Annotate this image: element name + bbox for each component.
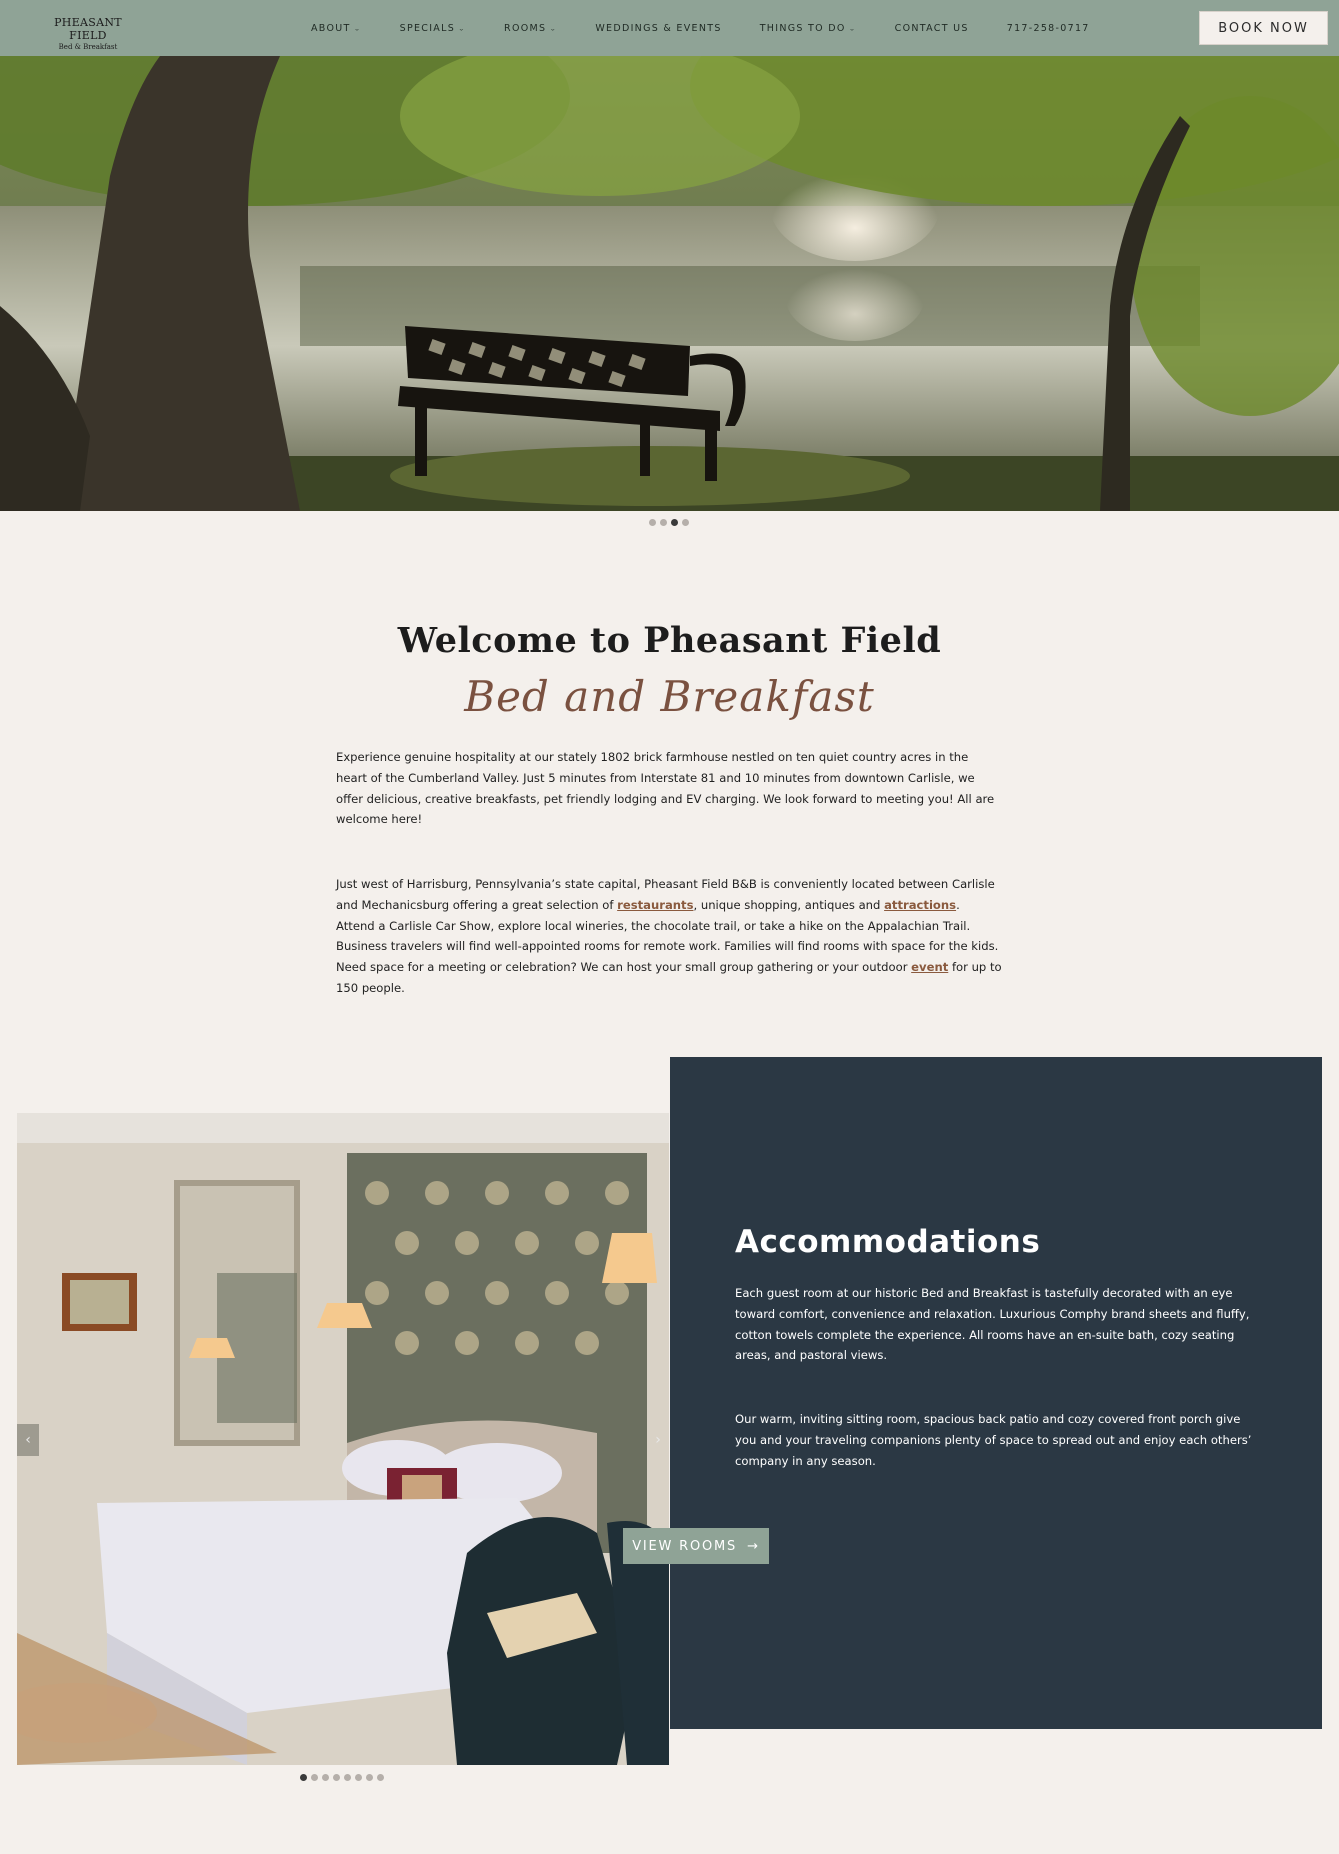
slider-dot-active[interactable] (671, 519, 678, 526)
logo-title: PHEASANT FIELD (54, 16, 122, 42)
hero-slider-dots (649, 519, 689, 526)
room-photo-slider (17, 1113, 669, 1765)
welcome-title: Welcome to Pheasant Field (397, 620, 942, 661)
nav-label: CONTACT US (894, 22, 969, 34)
slider-dot[interactable] (366, 1774, 373, 1781)
chevron-down-icon: ⌄ (458, 24, 467, 32)
chevron-left-icon[interactable]: ‹ (17, 1424, 39, 1456)
welcome-paragraph-1: Experience genuine hospitality at our st… (336, 750, 995, 827)
arrow-right-icon: → (747, 1538, 760, 1554)
nav-label: ROOMS (504, 22, 547, 34)
nav-item-things-to-do[interactable]: THINGS TO DO ⌄ (760, 23, 857, 34)
nav-item-phone[interactable]: 717-258-0717 (1007, 23, 1090, 34)
accommodations-paragraph-2: Our warm, inviting sitting room, spaciou… (735, 1412, 1252, 1468)
chevron-down-icon: ⌄ (353, 24, 362, 32)
slider-dot[interactable] (377, 1774, 384, 1781)
view-rooms-label: VIEW ROOMS (632, 1538, 738, 1554)
nav-item-weddings-events[interactable]: WEDDINGS & EVENTS (595, 23, 721, 34)
restaurants-link[interactable]: restaurants (617, 898, 693, 912)
slider-dot[interactable] (660, 519, 667, 526)
logo-subtitle: Bed & Breakfast (58, 43, 118, 51)
nav-label: THINGS TO DO (759, 22, 846, 34)
nav-item-rooms[interactable]: ROOMS ⌄ (504, 23, 557, 34)
welcome-paragraph-2: Just west of Harrisburg, Pennsylvania’s … (336, 874, 1002, 999)
book-now-button[interactable]: BOOK NOW (1199, 11, 1328, 45)
nav-item-contact-us[interactable]: CONTACT US (895, 23, 969, 34)
chevron-right-icon[interactable]: › (650, 1424, 666, 1456)
chevron-down-icon: ⌄ (549, 24, 558, 32)
text-run: , unique shopping, antiques and (693, 897, 885, 912)
slider-dot[interactable] (333, 1774, 340, 1781)
chevron-down-icon: ⌄ (848, 24, 857, 32)
event-link[interactable]: event (911, 960, 948, 974)
site-header: PHEASANT FIELD Bed & Breakfast ABOUT ⌄ SP… (0, 0, 1339, 56)
nav-label: ABOUT (311, 22, 351, 34)
slider-dot[interactable] (322, 1774, 329, 1781)
hero-image (0, 56, 1339, 511)
nav-label: 717-258-0717 (1006, 22, 1090, 34)
hero-slider (0, 56, 1339, 511)
accommodations-title: Accommodations (735, 1224, 1041, 1260)
slider-dot[interactable] (344, 1774, 351, 1781)
room-slider-dots (300, 1774, 384, 1781)
nav-label: WEDDINGS & EVENTS (595, 22, 722, 34)
welcome-script-subtitle: Bed and Breakfast (464, 672, 875, 721)
room-photo (17, 1113, 669, 1765)
slider-dot[interactable] (682, 519, 689, 526)
nav-item-specials[interactable]: SPECIALS ⌄ (400, 23, 466, 34)
accommodations-paragraph-1: Each guest room at our historic Bed and … (735, 1286, 1250, 1363)
site-logo[interactable]: PHEASANT FIELD Bed & Breakfast (38, 16, 138, 51)
slider-dot-active[interactable] (300, 1774, 307, 1781)
nav-item-about[interactable]: ABOUT ⌄ (311, 23, 362, 34)
attractions-link[interactable]: attractions (884, 898, 956, 912)
accommodations-panel (670, 1057, 1322, 1729)
main-nav: ABOUT ⌄ SPECIALS ⌄ ROOMS ⌄ WEDDINGS & EVENT… (311, 0, 1090, 56)
view-rooms-button[interactable]: VIEW ROOMS → (623, 1528, 769, 1564)
slider-dot[interactable] (649, 519, 656, 526)
slider-dot[interactable] (311, 1774, 318, 1781)
nav-label: SPECIALS (399, 22, 456, 34)
slider-dot[interactable] (355, 1774, 362, 1781)
